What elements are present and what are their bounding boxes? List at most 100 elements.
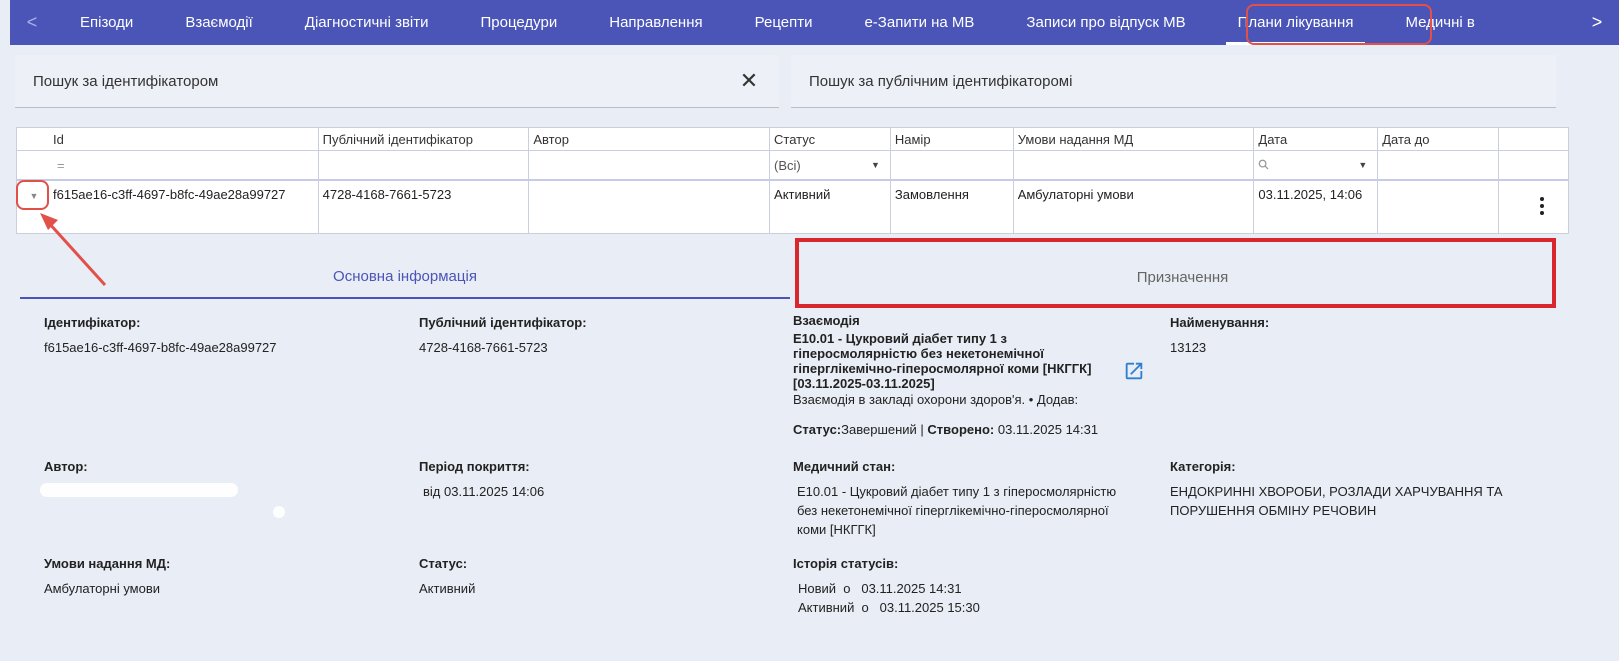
table-header: Id Публічний ідентифікатор Автор Статус …: [17, 128, 1568, 151]
period-value: від 03.11.2025 14:06: [423, 484, 545, 499]
interaction-status-line: Статус:Завершений | Створено: 03.11.2025…: [793, 422, 1099, 437]
status-history-field: Історія статусів: Новий о 03.11.2025 14:…: [793, 556, 1143, 617]
category-label: Категорія:: [1170, 459, 1236, 474]
period-label: Період покриття:: [419, 459, 530, 474]
condition-value: E10.01 - Цукровий діабет типу 1 з гіперо…: [797, 484, 1117, 537]
name-value: 13123: [1170, 340, 1207, 355]
expand-row-icon[interactable]: ▼: [17, 181, 51, 211]
row-date-to: [1378, 181, 1500, 234]
status-value: Активний: [419, 581, 476, 596]
intent-filter[interactable]: [891, 151, 1014, 179]
author-filter[interactable]: [529, 151, 771, 179]
public-id-field: Публічний ідентифікатор: 4728-4168-7661-…: [419, 315, 769, 357]
column-author[interactable]: Автор: [529, 128, 771, 150]
chevron-down-icon[interactable]: ▼: [871, 160, 880, 170]
condition-field: Медичний стан: E10.01 - Цукровий діабет …: [793, 459, 1138, 539]
name-label: Найменування:: [1170, 315, 1270, 330]
public-id-value: 4728-4168-7661-5723: [419, 340, 548, 355]
table-row[interactable]: f615ae16-c3ff-4697-b8fc-49ae28a99727 472…: [17, 181, 1568, 234]
column-date[interactable]: Дата: [1254, 128, 1379, 150]
column-public-id[interactable]: Публічний ідентифікатор: [319, 128, 530, 150]
row-actions: [1499, 181, 1568, 234]
row-conditions: Амбулаторні умови: [1014, 181, 1255, 234]
category-field: Категорія: ЕНДОКРИННІ ХВОРОБИ, РОЗЛАДИ Х…: [1170, 459, 1510, 520]
tab-prescriptions[interactable]: Рецепти: [729, 0, 839, 45]
identifier-field: Ідентифікатор: f615ae16-c3ff-4697-b8fc-4…: [44, 315, 394, 357]
period-field: Період покриття: від 03.11.2025 14:06: [419, 459, 769, 501]
interaction-status-value: Завершений: [841, 422, 917, 437]
conditions-field: Умови надання МД: Амбулаторні умови: [44, 556, 394, 598]
search-by-id[interactable]: Пошук за ідентифікатором ✕: [15, 55, 779, 108]
tab-medical-more[interactable]: Медичні в: [1379, 0, 1500, 45]
chevron-right-icon[interactable]: >: [1575, 0, 1619, 45]
tab-medication-requests[interactable]: е-Запити на МВ: [838, 0, 1000, 45]
column-actions: [1499, 128, 1568, 150]
interaction-status-label: Статус:: [793, 422, 842, 437]
status-field: Статус: Активний: [419, 556, 769, 598]
interaction-label: Взаємодія: [793, 313, 860, 328]
search-icon: [1258, 159, 1269, 173]
status-filter[interactable]: (Всі) ▼: [770, 151, 891, 179]
search-by-public-id[interactable]: Пошук за публічним ідентифікаторомі: [791, 55, 1556, 108]
chevron-left-icon[interactable]: <: [10, 0, 54, 45]
category-value: ЕНДОКРИННІ ХВОРОБИ, РОЗЛАДИ ХАРЧУВАННЯ Т…: [1170, 484, 1503, 518]
status-history-item: Новий о 03.11.2025 14:31: [798, 581, 962, 596]
actions-filter: [1499, 151, 1568, 179]
interaction-created-label: Створено:: [927, 422, 995, 437]
identifier-value: f615ae16-c3ff-4697-b8fc-49ae28a99727: [44, 340, 277, 355]
column-conditions[interactable]: Умови надання МД: [1014, 128, 1255, 150]
tab-interactions[interactable]: Взаємодії: [159, 0, 278, 45]
table-filter-row: = (Всі) ▼ ▼: [17, 151, 1568, 181]
more-options-icon[interactable]: [1540, 197, 1544, 215]
status-filter-value: (Всі): [774, 158, 801, 173]
row-status: Активний: [770, 181, 891, 234]
identifier-label: Ідентифікатор:: [44, 315, 141, 330]
author-label: Автор:: [44, 459, 88, 474]
interaction-sub: Взаємодія в закладі охорони здоров'я. • …: [793, 392, 1079, 407]
chevron-down-icon[interactable]: ▼: [1358, 160, 1367, 170]
row-date: 03.11.2025, 14:06: [1254, 181, 1379, 234]
condition-label: Медичний стан:: [793, 459, 896, 474]
public-id-label: Публічний ідентифікатор:: [419, 315, 587, 330]
column-date-to[interactable]: Дата до: [1378, 128, 1500, 150]
tab-dispense-records[interactable]: Записи про відпуск МВ: [1000, 0, 1211, 45]
close-icon[interactable]: ✕: [737, 68, 761, 94]
column-id[interactable]: Id: [17, 128, 319, 150]
row-intent: Замовлення: [891, 181, 1014, 234]
top-navigation-bar: < Епізоди Взаємодії Діагностичні звіти П…: [10, 0, 1619, 45]
tab-referrals[interactable]: Направлення: [583, 0, 728, 45]
id-filter[interactable]: =: [17, 151, 319, 179]
column-intent[interactable]: Намір: [891, 128, 1014, 150]
author-redacted: [40, 483, 238, 497]
conditions-label: Умови надання МД:: [44, 556, 171, 571]
status-history-item: Активний о 03.11.2025 15:30: [798, 600, 980, 615]
date-filter[interactable]: ▼: [1254, 151, 1379, 179]
treatment-plans-table: Id Публічний ідентифікатор Автор Статус …: [16, 127, 1569, 234]
search-by-public-id-input[interactable]: Пошук за публічним ідентифікаторомі: [809, 73, 1538, 90]
row-id: f615ae16-c3ff-4697-b8fc-49ae28a99727: [17, 181, 319, 234]
detail-tabs: Основна інформація Призначення: [20, 255, 1555, 300]
tab-procedures[interactable]: Процедури: [455, 0, 584, 45]
status-label: Статус:: [419, 556, 468, 571]
tab-main-info[interactable]: Основна інформація: [20, 255, 790, 299]
date-to-filter[interactable]: [1378, 151, 1500, 179]
conditions-value: Амбулаторні умови: [44, 581, 161, 596]
interaction-created-value: 03.11.2025 14:31: [997, 422, 1099, 437]
search-by-id-input[interactable]: Пошук за ідентифікатором: [33, 73, 737, 90]
row-public-id: 4728-4168-7661-5723: [319, 181, 530, 234]
nav-tabs: Епізоди Взаємодії Діагностичні звіти Про…: [54, 0, 1575, 45]
public-id-filter[interactable]: [319, 151, 530, 179]
interaction-title[interactable]: E10.01 - Цукровий діабет типу 1 з гіперо…: [793, 331, 1113, 391]
column-status[interactable]: Статус: [770, 128, 891, 150]
author-redacted-dot: [273, 506, 285, 518]
tab-episodes[interactable]: Епізоди: [54, 0, 159, 45]
name-field: Найменування: 13123: [1170, 315, 1520, 357]
tab-assignments[interactable]: Призначення: [810, 255, 1555, 299]
conditions-filter[interactable]: [1014, 151, 1255, 179]
author-field: Автор:: [44, 459, 394, 482]
external-link-icon[interactable]: [1123, 360, 1145, 382]
status-history-label: Історія статусів:: [793, 556, 899, 571]
tab-treatment-plans[interactable]: Плани лікування: [1212, 0, 1380, 45]
interaction-field: Взаємодія E10.01 - Цукровий діабет типу …: [793, 313, 1113, 438]
tab-diagnostic-reports[interactable]: Діагностичні звіти: [279, 0, 455, 45]
